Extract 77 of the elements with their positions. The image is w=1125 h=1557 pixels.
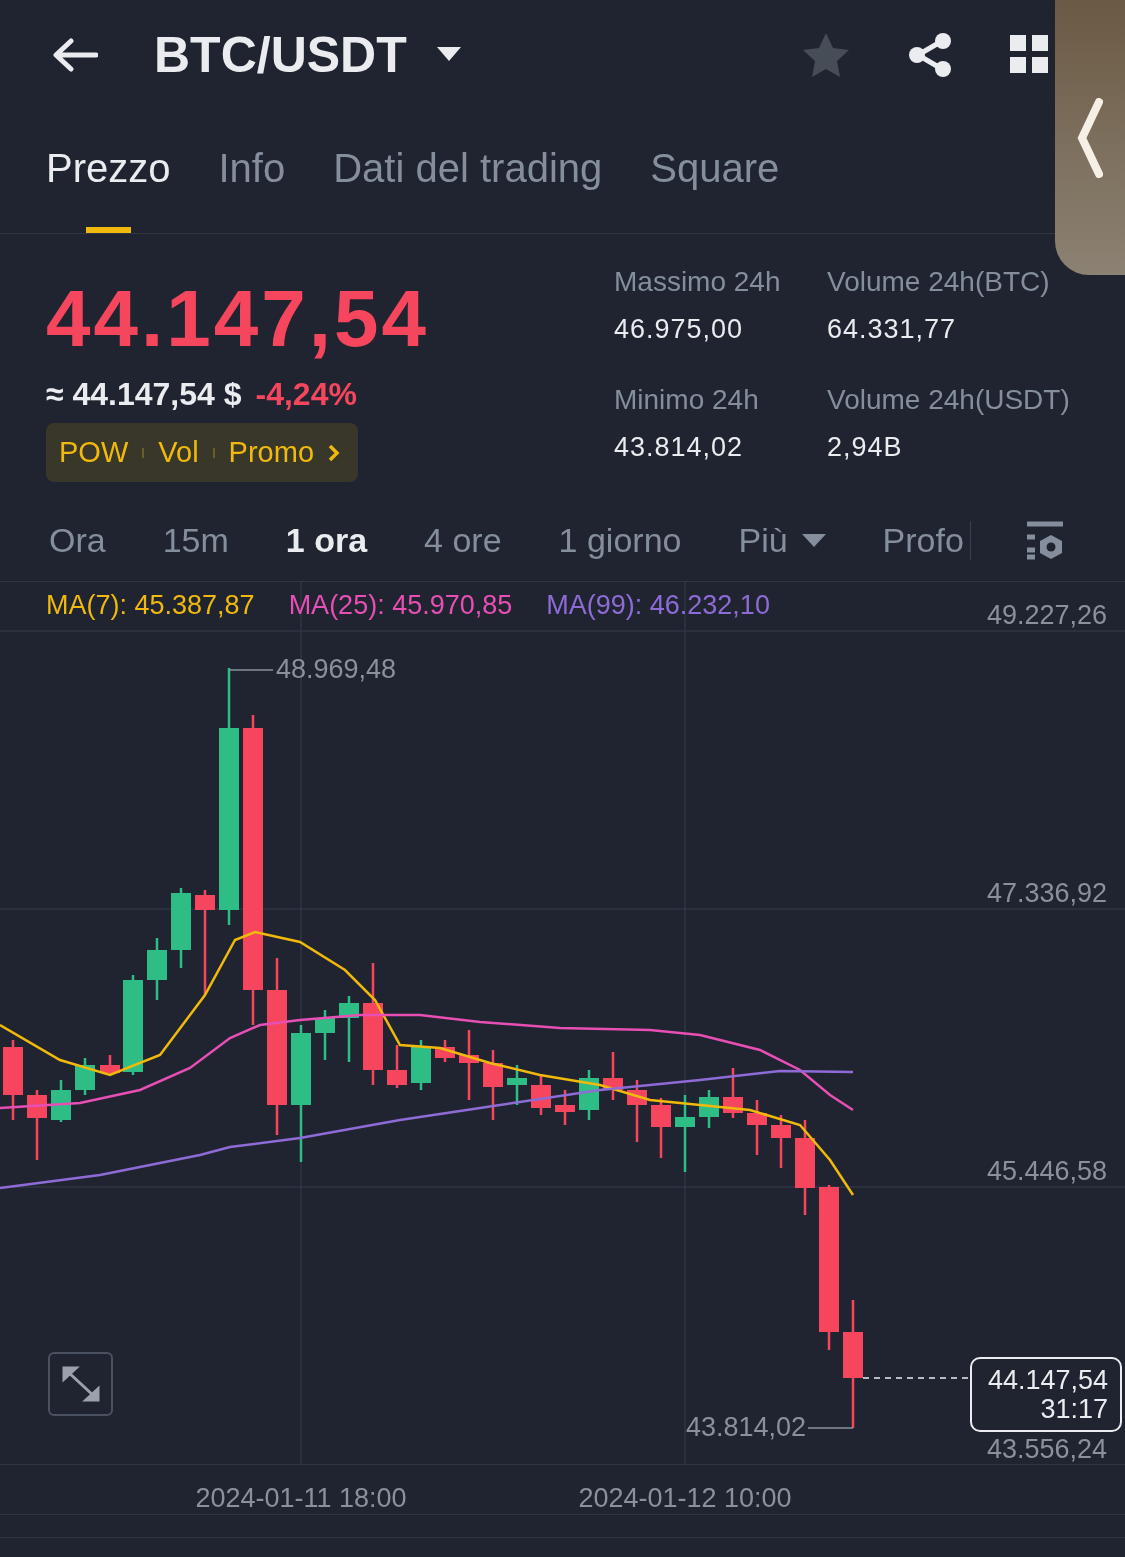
candle [147,938,167,1000]
side-panel-handle[interactable] [1055,0,1125,275]
ma-legend: MA(25): 45.970,85 [288,590,513,621]
tab[interactable]: Prezzo [46,110,171,233]
candle [771,1115,791,1168]
stat-value: 2,94B [827,432,904,463]
tag-label: Vol [158,436,199,469]
tab[interactable]: Square [650,110,780,233]
candle [483,1050,503,1120]
interval-tab[interactable]: 1 giorno [558,521,682,560]
interval-tab[interactable]: Ora [49,521,106,560]
interval-tab[interactable]: 1 ora [285,521,368,560]
candle [459,1030,479,1100]
axis-label: 2024-01-11 18:00 [195,1483,407,1514]
candle [387,1045,407,1088]
candle [100,1055,120,1075]
current-price: 44.147,54 [987,1365,1108,1395]
candle [75,1058,95,1095]
chevron-icon [328,443,341,462]
candle [579,1070,599,1120]
stat-label: Volume 24h(USDT) [827,384,1071,416]
price-change: -4,24% [255,376,357,413]
stat-label: Volume 24h(BTC) [827,266,1051,298]
candle [555,1090,575,1125]
interval-dropdown[interactable]: Più [738,521,826,560]
tag-label: POW [59,436,129,469]
candle [651,1098,671,1158]
expand-icon [60,1365,101,1403]
tag-bar[interactable]: POW Vol Promo [46,423,359,482]
candle [531,1075,551,1115]
candle-countdown: 31:17 [1040,1394,1108,1424]
ma-legend: MA(99): 46.232,10 [546,590,770,621]
grid-icon[interactable] [1010,35,1050,75]
candle [51,1080,71,1122]
candle [339,996,359,1062]
stat-value: 43.814,02 [614,432,745,463]
candle [411,1040,431,1090]
last-price: 44.147,54 [46,276,430,362]
tab[interactable]: Dati del trading [333,110,603,233]
fiat-price: ≈ 44.147,54 $ [46,376,242,413]
ma-legend: MA(7): 45.387,87 [46,590,255,621]
star-icon[interactable] [802,32,850,78]
candle [507,1065,527,1105]
stat-value: 64.331,77 [827,314,958,345]
caret-icon [801,533,826,548]
axis-label: 2024-01-12 10:00 [578,1483,792,1514]
tag-label: Promo [228,436,315,469]
candle [603,1052,623,1100]
leader-line [229,669,274,671]
candle [435,1040,455,1062]
candle [699,1090,719,1128]
stat-value: 46.975,00 [614,314,745,345]
back-icon[interactable] [52,38,98,72]
chart-settings-icon[interactable] [1026,520,1065,561]
candle [315,1010,335,1060]
candle [27,1090,47,1160]
axis-label: 49.227,26 [986,600,1107,631]
axis-label: 43.556,24 [986,1434,1107,1465]
candle [627,1080,647,1142]
interval-tab[interactable]: 4 ore [424,521,502,560]
stat-label: Massimo 24h [614,266,782,298]
candle [747,1100,767,1155]
tab[interactable]: Info [218,110,286,233]
axis-label: 45.446,58 [986,1156,1107,1187]
leader-line [807,1427,854,1429]
stat-label: Minimo 24h [614,384,760,416]
fullscreen-button[interactable] [48,1352,113,1416]
interval-tab[interactable]: 15m [162,521,229,560]
pair-title[interactable]: BTC/USDT [154,26,407,84]
candle [723,1068,743,1118]
high-price-label: 48.969,48 [276,654,397,685]
axis-label: 47.336,92 [986,878,1107,909]
chevron-icon [1077,97,1103,178]
caret-icon[interactable] [436,47,461,63]
share-icon[interactable] [908,32,952,78]
interval-tab[interactable]: Profo [882,521,971,560]
low-price-label: 43.814,02 [685,1412,806,1443]
